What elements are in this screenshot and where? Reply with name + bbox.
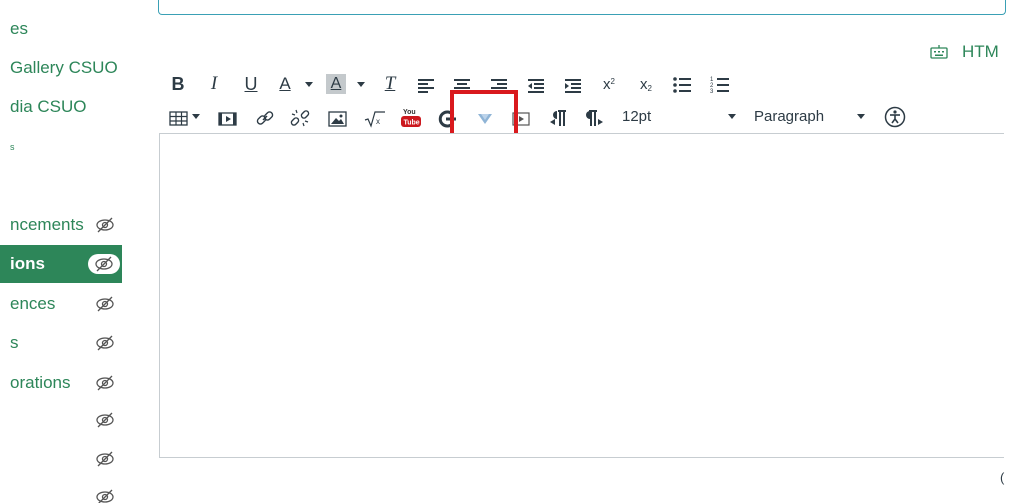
eye-slash-icon[interactable] (94, 334, 116, 352)
nav-item-label: ences (10, 294, 56, 313)
outdent-icon[interactable] (526, 74, 546, 98)
nav-item-hidden-2[interactable] (0, 440, 122, 478)
subscript-button[interactable]: x2 (637, 72, 655, 96)
eye-slash-icon[interactable] (94, 295, 116, 313)
unlink-icon[interactable] (290, 106, 310, 130)
nav-item-pages[interactable]: es (0, 10, 122, 48)
nav-item-label: s (10, 333, 19, 352)
nav-item-conferences[interactable]: ences (0, 285, 122, 323)
table-icon[interactable] (169, 107, 189, 131)
nav-item-media-csuo[interactable]: dia CSUO (0, 88, 122, 126)
html-editor-toggle[interactable]: HTM (930, 42, 999, 62)
text-color-menu-button[interactable] (303, 72, 315, 96)
nav-item-hidden-1[interactable] (0, 401, 122, 439)
font-size-select[interactable]: 12pt (622, 104, 737, 128)
nav-item-discussions[interactable]: ions (0, 245, 122, 283)
word-count-fragment: ( (1000, 470, 1005, 485)
block-format-value: Paragraph (754, 107, 825, 125)
chevron-down-icon (305, 81, 313, 87)
background-color-button[interactable]: A (326, 74, 346, 94)
eye-slash-icon[interactable] (94, 488, 116, 503)
image-icon[interactable] (328, 107, 348, 131)
chevron-down-icon (192, 113, 200, 119)
eye-slash-icon[interactable] (94, 411, 116, 429)
align-left-icon[interactable] (416, 74, 436, 98)
equation-icon[interactable]: x (364, 107, 386, 131)
eye-slash-icon[interactable] (94, 374, 116, 392)
right-to-left-icon[interactable] (585, 106, 605, 130)
nav-item-label: Gallery CSUO (10, 58, 118, 77)
media-icon[interactable] (218, 107, 238, 131)
accessibility-checker-icon[interactable] (884, 105, 906, 129)
nav-item-collaborations[interactable]: orations (0, 364, 122, 402)
nav-item-label: es (10, 19, 28, 38)
nav-item-s[interactable]: s (0, 128, 122, 166)
superscript-button[interactable]: x2 (600, 72, 618, 96)
nav-item-label: ions (10, 254, 45, 273)
link-icon[interactable] (255, 106, 275, 130)
svg-text:x: x (376, 117, 380, 126)
bold-button[interactable]: B (169, 72, 187, 96)
svg-text:Tube: Tube (404, 120, 420, 127)
course-navigation: es Gallery CSUO dia CSUO s ncements ions… (0, 0, 122, 503)
superscript-label: x (603, 75, 611, 93)
html-editor-label: HTM (962, 42, 999, 61)
visibility-toggle[interactable] (88, 254, 120, 274)
eye-slash-icon[interactable] (94, 450, 116, 468)
title-input[interactable] (158, 0, 1006, 15)
text-color-button[interactable]: A (275, 72, 295, 96)
nav-item-label: ncements (10, 215, 84, 234)
nav-item-s2[interactable]: s (0, 324, 122, 362)
nav-item-label: s (10, 142, 15, 152)
rich-content-editor-body[interactable] (159, 133, 1004, 458)
background-color-menu-button[interactable] (355, 72, 367, 96)
nav-item-label: orations (10, 373, 71, 392)
eye-slash-icon (95, 256, 113, 272)
numbered-list-icon[interactable]: 123 (710, 73, 730, 97)
block-format-select[interactable]: Paragraph (754, 104, 866, 128)
nav-item-label: dia CSUO (10, 97, 87, 116)
table-menu-button[interactable] (191, 104, 201, 128)
chevron-down-icon (857, 113, 866, 119)
eye-slash-icon[interactable] (94, 216, 116, 234)
font-size-value: 12pt (622, 107, 652, 125)
italic-button[interactable]: I (205, 72, 223, 96)
svg-text:You: You (403, 109, 416, 116)
annotation-highlight-box (450, 90, 518, 138)
chevron-down-icon (728, 113, 737, 119)
youtube-icon[interactable]: You Tube (401, 105, 421, 129)
nav-item-announcements[interactable]: ncements (0, 206, 122, 244)
keyboard-icon (930, 45, 948, 59)
indent-icon[interactable] (563, 74, 583, 98)
underline-button[interactable]: U (242, 72, 260, 96)
nav-item-gallery-csuo[interactable]: Gallery CSUO (0, 49, 122, 87)
clear-formatting-button[interactable]: T (380, 72, 400, 96)
chevron-down-icon (357, 81, 365, 87)
nav-item-hidden-3[interactable] (0, 478, 122, 503)
left-to-right-icon[interactable] (548, 106, 568, 130)
subscript-label: x (640, 75, 648, 93)
bullet-list-icon[interactable] (672, 73, 692, 97)
svg-text:3: 3 (710, 89, 714, 95)
